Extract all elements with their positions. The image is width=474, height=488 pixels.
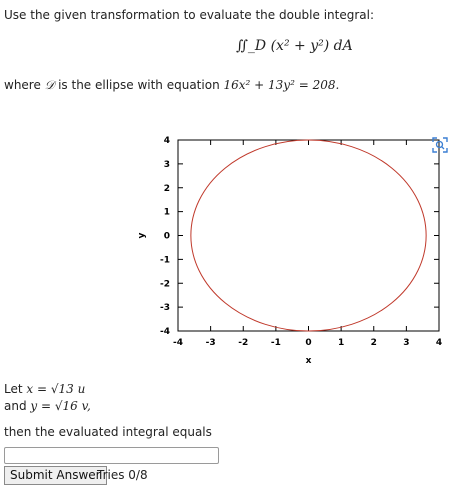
x-tick-label: 4	[436, 338, 442, 348]
x-tick-label: 3	[403, 338, 409, 348]
y-tick-label: -2	[160, 279, 170, 289]
x-tick-label: -2	[238, 338, 248, 348]
y-substitution: y = √16 v,	[30, 399, 91, 413]
answer-input[interactable]	[4, 447, 219, 464]
result-prompt: then the evaluated integral equals	[4, 425, 212, 439]
y-tick-label: -4	[160, 327, 170, 337]
submit-answer-button[interactable]: Submit Answer	[4, 466, 107, 485]
and-label: and	[4, 399, 27, 413]
x-tick-label: 2	[371, 338, 377, 348]
x-tick-label: 0	[305, 338, 311, 348]
y-tick-label: 1	[164, 208, 170, 218]
x-tick-label: 1	[338, 338, 344, 348]
ellipse-curve	[190, 139, 427, 332]
transformation-line-1: Let x = √13 u	[4, 382, 85, 396]
x-tick-label: -4	[173, 338, 183, 348]
x-tick-label: -3	[206, 338, 216, 348]
y-tick-label: 3	[164, 160, 170, 170]
zoom-icon[interactable]	[432, 137, 448, 153]
y-tick-label: -1	[160, 255, 170, 265]
x-substitution: x = √13 u	[26, 382, 86, 396]
y-tick-label: 4	[164, 136, 170, 146]
y-tick-label: 0	[164, 232, 170, 242]
y-tick-label: 2	[164, 184, 170, 194]
y-tick-label: -3	[160, 303, 170, 313]
transformation-line-2: and y = √16 v,	[4, 399, 91, 413]
tries-counter: Tries 0/8	[97, 468, 148, 482]
ellipse-plot: -4 -3 -2 -1 0 1 2 3 4 -4 -3 -2 -1 0 1 2 3 4 x y	[137, 136, 442, 366]
plot-frame	[177, 139, 440, 332]
let-label: Let	[4, 382, 23, 396]
x-axis-label: x	[306, 356, 312, 366]
x-tick-label: -1	[271, 338, 281, 348]
y-axis-label: y	[137, 232, 147, 238]
